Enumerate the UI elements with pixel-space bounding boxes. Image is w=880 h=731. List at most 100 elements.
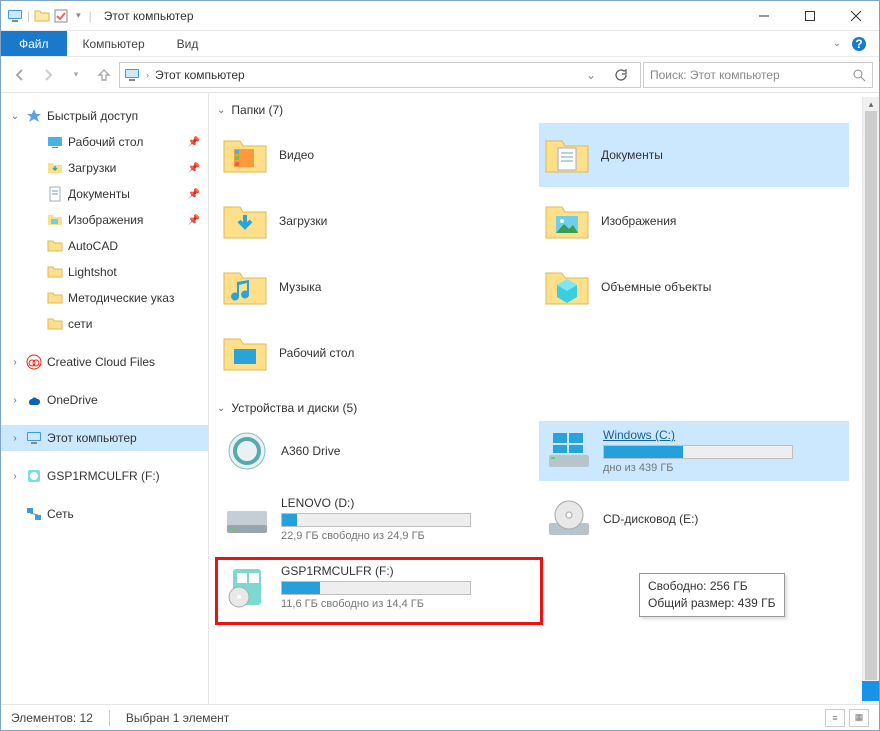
folder-downloads[interactable]: Загрузки	[217, 189, 527, 253]
folder-desktop[interactable]: Рабочий стол	[217, 321, 527, 385]
breadcrumb-arrow[interactable]: ›	[146, 70, 149, 80]
group-label: Устройства и диски (5)	[231, 401, 357, 415]
onedrive-icon	[26, 392, 42, 408]
folder-video[interactable]: Видео	[217, 123, 527, 187]
nav-label: Методические указ	[68, 291, 174, 305]
blue-marker	[862, 681, 879, 701]
documents-icon	[47, 186, 63, 202]
up-button[interactable]	[91, 62, 117, 88]
back-button[interactable]	[7, 62, 33, 88]
pictures-icon	[47, 212, 63, 228]
creative-cloud-icon	[26, 354, 42, 370]
address-bar[interactable]: › Этот компьютер ⌄	[119, 62, 641, 88]
pin-icon: 📌	[188, 163, 200, 174]
drive-name: GSP1RMCULFR (F:)	[281, 564, 521, 578]
nav-network[interactable]: Сеть	[1, 501, 208, 527]
status-divider	[109, 710, 110, 726]
address-dropdown-icon[interactable]: ⌄	[582, 68, 600, 82]
group-devices-header[interactable]: ⌄ Устройства и диски (5)	[217, 397, 879, 421]
folder-pictures[interactable]: Изображения	[539, 189, 849, 253]
chevron-right-icon[interactable]: ›	[9, 433, 21, 444]
qat-separator-2: |	[89, 9, 92, 23]
close-button[interactable]	[833, 1, 879, 31]
folder-label: Музыка	[279, 280, 321, 294]
nav-onedrive[interactable]: › OneDrive	[1, 387, 208, 413]
chevron-right-icon[interactable]: ›	[9, 395, 21, 406]
search-icon[interactable]	[852, 68, 866, 82]
nav-label: Документы	[68, 187, 130, 201]
chevron-right-icon[interactable]: ›	[9, 471, 21, 482]
nav-item-seti[interactable]: сети	[1, 311, 208, 337]
scroll-up-icon[interactable]: ▴	[863, 97, 879, 111]
ribbon-expand-icon[interactable]: ⌄	[833, 38, 841, 49]
drive-windows-c[interactable]: Windows (C:) дно из 439 ГБ	[539, 421, 849, 481]
folder-icon	[47, 290, 63, 306]
drive-lenovo-d[interactable]: LENOVO (D:) 22,9 ГБ свободно из 24,9 ГБ	[217, 489, 527, 549]
space-bar	[603, 445, 793, 459]
view-large-button[interactable]: ▦	[849, 709, 869, 727]
nav-item-desktop[interactable]: Рабочий стол 📌	[1, 129, 208, 155]
ribbon-tabs: Файл Компьютер Вид ⌄ ?	[1, 31, 879, 57]
drive-a360[interactable]: A360 Drive	[217, 421, 527, 481]
nav-item-method[interactable]: Методические указ	[1, 285, 208, 311]
nav-quick-access[interactable]: ⌄ Быстрый доступ	[1, 103, 208, 129]
drive-cdrom-e[interactable]: CD-дисковод (E:)	[539, 489, 849, 549]
forward-button[interactable]	[35, 62, 61, 88]
folder-documents[interactable]: Документы	[539, 123, 849, 187]
nav-label: Этот компьютер	[47, 431, 137, 445]
space-bar	[281, 581, 471, 595]
search-input[interactable]: Поиск: Этот компьютер	[643, 62, 873, 88]
hdd-icon	[223, 495, 271, 543]
refresh-button[interactable]	[606, 68, 636, 82]
nav-drive-f[interactable]: › GSP1RMCULFR (F:)	[1, 463, 208, 489]
nav-item-pictures[interactable]: Изображения 📌	[1, 207, 208, 233]
nav-label: AutoCAD	[68, 239, 118, 253]
folder-icon	[47, 238, 63, 254]
pin-icon: 📌	[188, 189, 200, 200]
nav-label: Рабочий стол	[68, 135, 143, 149]
nav-item-autocad[interactable]: AutoCAD	[1, 233, 208, 259]
svg-text:?: ?	[855, 37, 862, 51]
file-tab[interactable]: Файл	[1, 31, 67, 56]
maximize-button[interactable]	[787, 1, 833, 31]
space-text: дно из 439 ГБ	[603, 462, 843, 474]
desktop-icon	[47, 134, 63, 150]
space-bar	[281, 513, 471, 527]
nav-creative-cloud[interactable]: › Creative Cloud Files	[1, 349, 208, 375]
qat-dropdown-icon[interactable]: ▾	[72, 10, 85, 21]
nav-label: Изображения	[68, 213, 143, 227]
vertical-scrollbar[interactable]: ▴ ▾	[862, 97, 879, 704]
nav-item-downloads[interactable]: Загрузки 📌	[1, 155, 208, 181]
nav-item-documents[interactable]: Документы 📌	[1, 181, 208, 207]
scrollbar-thumb[interactable]	[865, 111, 877, 680]
tab-computer[interactable]: Компьютер	[67, 31, 161, 56]
nav-this-pc[interactable]: › Этот компьютер	[1, 425, 208, 451]
cloud-drive-icon	[223, 427, 271, 475]
chevron-right-icon[interactable]: ›	[9, 357, 21, 368]
help-icon[interactable]: ?	[851, 36, 867, 52]
navigation-bar: ▾ › Этот компьютер ⌄ Поиск: Этот компьют…	[1, 57, 879, 93]
nav-label: Lightshot	[68, 265, 117, 279]
chevron-down-icon[interactable]: ⌄	[217, 105, 225, 116]
drive-name: CD-дисковод (E:)	[603, 512, 843, 526]
folder-music[interactable]: Музыка	[217, 255, 527, 319]
tooltip: Свободно: 256 ГБ Общий размер: 439 ГБ	[639, 573, 785, 617]
folder-3d[interactable]: Объемные объекты	[539, 255, 849, 319]
install-disc-drive-icon	[223, 563, 271, 611]
window-title: Этот компьютер	[98, 9, 741, 23]
view-details-button[interactable]: ≡	[825, 709, 845, 727]
chevron-down-icon[interactable]: ⌄	[217, 403, 225, 414]
group-label: Папки (7)	[231, 103, 283, 117]
nav-item-lightshot[interactable]: Lightshot	[1, 259, 208, 285]
chevron-down-icon[interactable]: ⌄	[9, 111, 21, 122]
address-path[interactable]: Этот компьютер	[155, 68, 576, 82]
recent-dropdown[interactable]: ▾	[63, 62, 89, 88]
pc-icon	[124, 67, 140, 83]
minimize-button[interactable]	[741, 1, 787, 31]
tab-view[interactable]: Вид	[161, 31, 215, 56]
drive-gsp-f[interactable]: GSP1RMCULFR (F:) 11,6 ГБ свободно из 14,…	[217, 557, 527, 617]
music-folder-icon	[221, 263, 269, 311]
group-folders-header[interactable]: ⌄ Папки (7)	[217, 99, 879, 123]
pin-icon: 📌	[188, 215, 200, 226]
checkbox-icon[interactable]	[54, 9, 68, 23]
